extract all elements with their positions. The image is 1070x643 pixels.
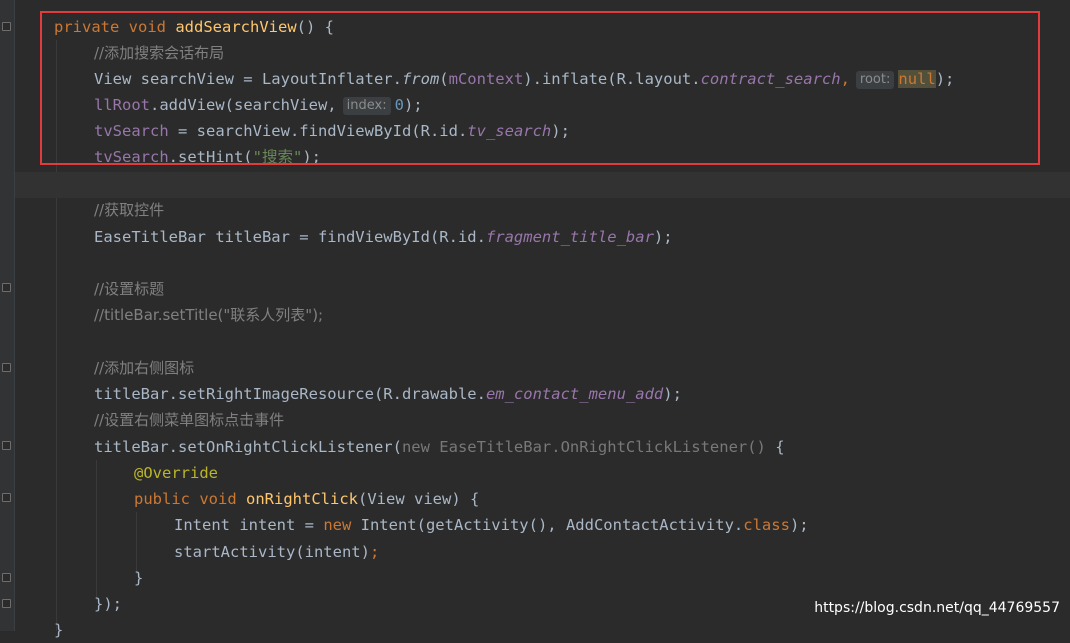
resource-id: em_contact_menu_add bbox=[485, 385, 664, 403]
code-text: ); bbox=[302, 148, 321, 166]
fold-icon[interactable] bbox=[2, 22, 11, 31]
code-line[interactable]: //获取控件 bbox=[94, 197, 164, 223]
code-line[interactable]: private void addSearchView() { bbox=[54, 14, 334, 40]
indent-guide bbox=[56, 40, 57, 631]
code-text: } bbox=[54, 621, 64, 639]
code-text: ); bbox=[653, 228, 673, 246]
code-text: ); bbox=[789, 516, 809, 534]
comment: //添加右侧图标 bbox=[94, 359, 195, 377]
fold-icon[interactable] bbox=[2, 599, 11, 608]
fold-icon[interactable] bbox=[2, 493, 11, 502]
code-text: { bbox=[765, 438, 785, 456]
null-keyword: null bbox=[898, 70, 936, 88]
code-text: ); bbox=[551, 122, 570, 140]
code-line[interactable]: //添加右侧图标 bbox=[94, 355, 194, 381]
code-text: }); bbox=[94, 595, 122, 613]
code-line[interactable]: //titleBar.setTitle("联系人列表"); bbox=[94, 302, 323, 328]
punctuation: ; bbox=[369, 543, 380, 561]
keyword: new bbox=[323, 516, 352, 534]
fold-icon[interactable] bbox=[2, 441, 11, 450]
code-text: ( bbox=[439, 70, 449, 88]
parameter-hint: index: bbox=[342, 97, 391, 115]
code-text: Intent(getActivity(), bbox=[351, 516, 557, 534]
field-ref: tvSearch bbox=[94, 148, 169, 166]
static-method: from bbox=[401, 70, 440, 88]
code-text: } bbox=[134, 569, 144, 587]
keyword: void bbox=[128, 18, 166, 36]
code-line[interactable]: startActivity(intent); bbox=[174, 539, 379, 565]
code-line[interactable]: //设置右侧菜单图标点击事件 bbox=[94, 407, 284, 433]
code-line[interactable]: } bbox=[134, 565, 143, 591]
code-text: ); bbox=[663, 385, 682, 403]
keyword: public bbox=[134, 490, 190, 508]
code-text: Intent intent = bbox=[174, 516, 324, 534]
code-text: titleBar.setOnRightClickListener( bbox=[94, 438, 402, 456]
field-ref: tvSearch bbox=[94, 122, 169, 140]
code-line[interactable]: View searchView = LayoutInflater.from(mC… bbox=[94, 66, 954, 92]
code-text: = searchView.findViewById(R.id. bbox=[168, 122, 468, 140]
code-text: EaseTitleBar titleBar = findViewById(R.i… bbox=[94, 228, 486, 246]
method-name: onRightClick bbox=[246, 490, 358, 508]
keyword: void bbox=[199, 490, 237, 508]
resource-id: contract_search bbox=[700, 70, 841, 88]
editor-gutter bbox=[0, 0, 15, 631]
method-name: addSearchView bbox=[175, 18, 297, 36]
field-ref: llRoot bbox=[94, 96, 150, 114]
comment: //设置右侧菜单图标点击事件 bbox=[94, 411, 285, 429]
code-text: (View view) { bbox=[358, 490, 480, 508]
code-line[interactable]: titleBar.setOnRightClickListener(new Eas… bbox=[94, 434, 785, 460]
code-line[interactable]: Intent intent = new Intent(getActivity()… bbox=[174, 512, 809, 538]
code-line[interactable]: //设置标题 bbox=[94, 276, 164, 302]
watermark: https://blog.csdn.net/qq_44769557 bbox=[814, 600, 1060, 616]
punctuation: , bbox=[840, 70, 850, 88]
parameter-hint: root: bbox=[855, 71, 895, 89]
code-text: View searchView = LayoutInflater. bbox=[94, 70, 402, 88]
comment: //设置标题 bbox=[94, 280, 165, 298]
code-line[interactable]: EaseTitleBar titleBar = findViewById(R.i… bbox=[94, 224, 673, 250]
code-text: ); bbox=[935, 70, 955, 88]
fold-icon[interactable] bbox=[2, 283, 11, 292]
fold-icon[interactable] bbox=[2, 573, 11, 582]
code-line[interactable]: } bbox=[54, 617, 63, 643]
folded-anonymous-class: new EaseTitleBar.OnRightClickListener() bbox=[401, 438, 766, 456]
resource-id: fragment_title_bar bbox=[485, 228, 654, 246]
code-text: startActivity(intent) bbox=[174, 543, 370, 561]
code-line[interactable]: titleBar.setRightImageResource(R.drawabl… bbox=[94, 381, 682, 407]
keyword: private bbox=[54, 18, 120, 36]
code-line[interactable]: @Override bbox=[134, 460, 218, 486]
indent-guide bbox=[96, 460, 97, 600]
code-text: .setHint( bbox=[168, 148, 253, 166]
current-line-highlight bbox=[15, 172, 1070, 198]
field-ref: mContext bbox=[448, 70, 524, 88]
code-text: .addView(searchView, bbox=[150, 96, 337, 114]
resource-id: tv_search bbox=[467, 122, 552, 140]
code-line[interactable]: tvSearch.setHint("搜索"); bbox=[94, 144, 321, 170]
comment: //获取控件 bbox=[94, 201, 165, 219]
code-line[interactable]: public void onRightClick(View view) { bbox=[134, 486, 479, 512]
code-line[interactable]: //添加搜索会话布局 bbox=[94, 40, 224, 66]
annotation: @Override bbox=[134, 464, 218, 482]
code-text: ).inflate(R.layout. bbox=[523, 70, 701, 88]
code-text: ); bbox=[403, 96, 423, 114]
code-text: () { bbox=[296, 18, 334, 36]
string-literal: "搜索" bbox=[252, 148, 303, 166]
code-line[interactable]: }); bbox=[94, 591, 122, 617]
code-editor[interactable]: private void addSearchView() { //添加搜索会话布… bbox=[0, 0, 1070, 639]
comment: //titleBar.setTitle("联系人列表"); bbox=[94, 306, 324, 324]
code-line[interactable]: llRoot.addView(searchView, index: 0); bbox=[94, 92, 423, 118]
code-text: titleBar.setRightImageResource(R.drawabl… bbox=[94, 385, 486, 403]
fold-icon[interactable] bbox=[2, 363, 11, 372]
number-literal: 0 bbox=[394, 96, 404, 114]
code-line[interactable]: tvSearch = searchView.findViewById(R.id.… bbox=[94, 118, 570, 144]
comment: //添加搜索会话布局 bbox=[94, 44, 225, 62]
code-text: AddContactActivity. bbox=[556, 516, 744, 534]
keyword: class bbox=[743, 516, 790, 534]
